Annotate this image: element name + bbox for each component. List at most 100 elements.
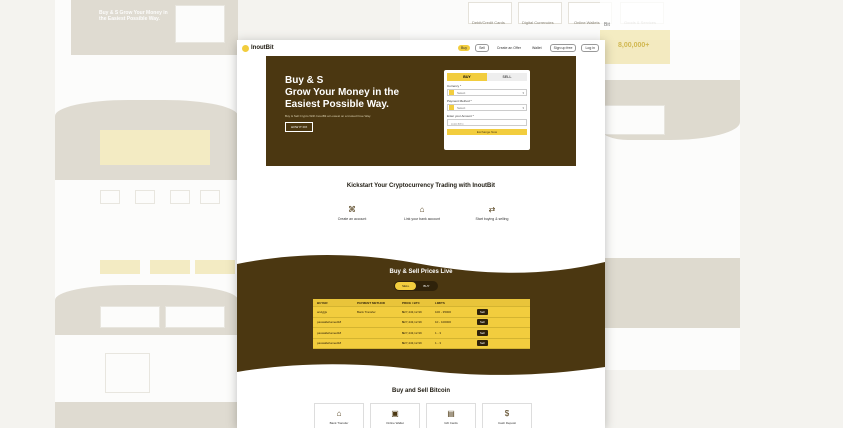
bg-stat [100,260,140,274]
bg-right-card [600,105,665,135]
tab-buy[interactable]: BUY [447,73,487,81]
hero-title-line: Easiest Possible Way. [285,99,389,110]
payment-cards: ⌂ Bank Transfer ▣ Online Wallet ▤ Gift C… [314,403,532,428]
exchange-now-button[interactable]: Exchange Now [447,129,527,135]
nav-login[interactable]: Log in [581,44,599,52]
col-price: PRICE / BTC [402,300,420,305]
cell-limits: 1 - 3 [435,341,442,346]
hero-title: Buy & S Grow Your Money in the Easiest P… [285,75,425,111]
payment-value: Select [457,105,466,110]
background-page-left: Buy & S Grow Your Money in the Easiest P… [55,0,238,428]
currency-value: Select [457,90,466,95]
card-online-wallet[interactable]: ▣ Online Wallet [370,403,420,428]
bg-app-shot [105,353,150,393]
hero-banner: BUY SELL Currency * Select ▾ Payment Met… [266,56,576,166]
col-limits: LIMITS [435,300,445,305]
bg-footer [55,402,238,428]
sell-button[interactable]: Sell [477,308,488,315]
prices-table: BUYER PAYMENT METHOD PRICE / BTC LIMITS … [313,299,530,349]
card-label: Online Wallet [386,421,404,425]
logo-icon [242,44,249,52]
brand-name: InoutBit [251,45,274,51]
amount-label: Enter your Amount * [447,114,474,118]
bg-small-card [135,190,155,204]
table-row: paswallehamed18 ₦27,443,12.99 1 - 3 Sell [313,328,530,339]
card-cash-deposit[interactable]: $ Cash Deposit [482,403,532,428]
exchange-form: BUY SELL Currency * Select ▾ Payment Met… [444,70,530,150]
cell-limits: 1 - 3 [435,330,442,335]
col-buyer: BUYER [317,300,328,305]
bg-testimonial [165,306,225,328]
coin-icon [449,90,454,95]
bg-table [100,130,210,165]
cash-icon: $ [504,409,510,418]
nav-wallet[interactable]: Wallet [529,45,545,51]
step-label: Start buying & selling [475,217,509,221]
cell-method: Bank Transfer [357,309,376,314]
sell-button[interactable]: Sell [477,340,488,347]
bg-small-card [200,190,220,204]
currency-label: Currency * [447,84,462,88]
bank-icon: ⌂ [336,409,342,418]
hero-title-line: Buy & S [285,75,324,86]
table-row: paswallehamed18 ₦27,443,12.99 1 - 3 Sell [313,339,530,349]
cell-buyer: paswallehamed18 [317,330,342,335]
prices-tabs: SELL BUY [394,281,438,291]
cell-limits: 100 - 35000 [435,309,452,314]
bank-icon: ⌂ [419,205,425,214]
card-label: Gift Cards [444,421,458,425]
tab-sell[interactable]: SELL [487,73,527,81]
nav-signup[interactable]: Sign up free [549,44,577,52]
nav-create-offer[interactable]: Create an Offer [494,45,524,51]
bg-tab-label: Debit/Credit Cards [472,20,505,25]
step-label: Link your bank account [404,217,440,221]
nav-buy[interactable]: Buy [458,45,471,51]
sell-button[interactable]: Sell [477,319,488,326]
bg-stat [195,260,235,274]
card-bank-transfer[interactable]: ⌂ Bank Transfer [314,403,364,428]
bg-small-card [170,190,190,204]
cell-price: ₦27,443,12.99 [402,320,422,325]
nav-sell[interactable]: Sell [475,44,489,52]
bg-right-brand: Bit [604,22,610,28]
how-it-works-button[interactable]: HOW IT FIX [285,122,314,132]
card-gift-cards[interactable]: ▤ Gift Cards [426,403,476,428]
prices-title: Buy & Sell Prices Live [389,269,453,275]
gift-card-icon: ▤ [447,409,455,418]
tab-buy-prices[interactable]: BUY [416,282,436,290]
col-method: PAYMENT METHOD [357,300,386,305]
cell-buyer: paswallehamed18 [317,320,342,325]
cell-buyer: andyjjjs [317,309,328,314]
bg-testimonial [100,306,160,328]
wallet-icon: ▣ [391,409,399,418]
bg-small-card [100,190,120,204]
currency-select[interactable]: Select ▾ [447,89,527,96]
card-label: Bank Transfer [329,421,349,425]
main-page: InoutBit Buy Sell Create an Offer Wallet… [237,40,605,428]
top-nav: InoutBit Buy Sell Create an Offer Wallet… [237,40,605,56]
kickstart-steps: ⌘ Create an account ⌂ Link your bank acc… [322,205,522,221]
bg-right-footer [600,258,740,328]
fingerprint-icon: ⌘ [348,205,356,214]
payment-select[interactable]: Select ▾ [447,104,527,111]
amount-input[interactable]: 0.00 BTC [447,119,527,126]
chevron-down-icon: ▾ [522,105,524,110]
payment-label: Payment Method * [447,99,472,103]
table-header: BUYER PAYMENT METHOD PRICE / BTC LIMITS [313,299,530,307]
cell-price: ₦27,443,12.99 [402,341,422,346]
table-row: paswallehamed18 ₦27,443,12.99 10 - 10000… [313,318,530,328]
bg-hero-title: Buy & S Grow Your Money in the Easiest P… [99,10,168,22]
step-create-account: ⌘ Create an account [322,205,382,221]
bg-stat [150,260,190,274]
form-tabs: BUY SELL [447,73,527,81]
bank-icon [449,105,454,110]
kickstart-title: Kickstart Your Cryptocurrency Trading wi… [346,183,496,189]
table-row: andyjjjs Bank Transfer ₦27,443,12.99 100… [313,307,530,318]
brand-logo[interactable]: InoutBit [242,44,274,52]
sell-button[interactable]: Sell [477,329,488,336]
cell-price: ₦27,443,12.99 [402,309,422,314]
bg-tab-label: Online Wallets [574,20,600,25]
bg-tab-label: Digital Currencies [522,20,554,25]
tab-sell-prices[interactable]: SELL [395,282,417,290]
nav-links: Buy Sell Create an Offer Wallet Sign up … [458,44,599,52]
